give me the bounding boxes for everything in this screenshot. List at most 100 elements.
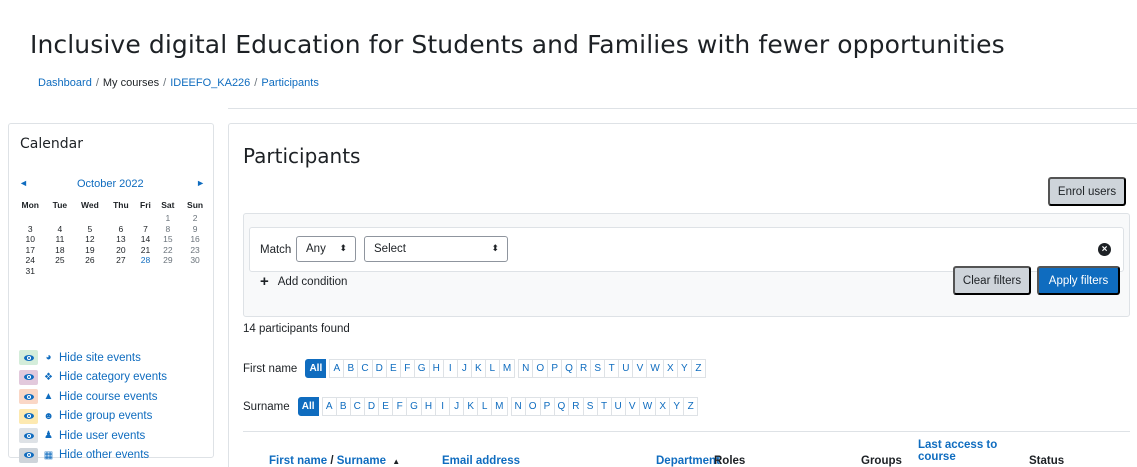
calendar-day: 16 [190, 234, 200, 244]
surname-initial-d[interactable]: D [363, 397, 380, 416]
column-header-department[interactable]: Department [656, 455, 720, 467]
page-header: Inclusive digital Education for Students… [30, 30, 1005, 59]
event-filter-label[interactable]: Hide other events [59, 449, 149, 461]
event-filter-row[interactable]: ▲ Hide course events [19, 387, 209, 407]
sort-first-name-link[interactable]: First name [269, 455, 327, 467]
eye-icon[interactable] [19, 447, 38, 463]
surname-initial-o[interactable]: O [524, 397, 541, 416]
surname-initial-s[interactable]: S [582, 397, 598, 416]
first-name-initial-x[interactable]: X [662, 359, 678, 378]
event-filter-row[interactable]: ♟ Hide user events [19, 426, 209, 446]
first-name-initial-v[interactable]: V [632, 359, 648, 378]
first-name-initial-o[interactable]: O [532, 359, 549, 378]
next-month-icon[interactable]: ► [196, 178, 205, 188]
surname-initial-x[interactable]: X [655, 397, 671, 416]
surname-initial-l[interactable]: L [477, 397, 493, 416]
surname-initial-m[interactable]: M [491, 397, 508, 416]
eye-shape [23, 452, 34, 459]
event-filter-label[interactable]: Hide group events [59, 410, 152, 422]
surname-initial-w[interactable]: W [638, 397, 657, 416]
eye-icon[interactable] [19, 389, 38, 405]
eye-icon[interactable] [19, 428, 38, 444]
match-select[interactable]: Any ⬍ [296, 236, 356, 262]
event-filter-label[interactable]: Hide course events [59, 391, 157, 403]
clear-filters-button[interactable]: Clear filters [953, 266, 1031, 295]
surname-initial-r[interactable]: R [568, 397, 584, 416]
condition-select[interactable]: Select ⬍ [364, 236, 508, 262]
first-name-initial-m[interactable]: M [498, 359, 516, 378]
column-header-email[interactable]: Email address [442, 455, 520, 467]
eye-icon[interactable] [19, 350, 38, 366]
event-filter-row[interactable]: ❖ Hide category events [19, 368, 209, 388]
first-name-initial-i[interactable]: I [442, 359, 458, 378]
apply-filters-button[interactable]: Apply filters [1037, 266, 1120, 295]
event-filter-label[interactable]: Hide site events [59, 352, 141, 364]
surname-initial-e[interactable]: E [378, 397, 394, 416]
surname-initial-h[interactable]: H [420, 397, 437, 416]
first-name-initial-a[interactable]: A [329, 359, 345, 378]
first-name-initial-t[interactable]: T [604, 359, 620, 378]
first-name-initials: All A B C D E F G H I J K L M N O P Q R S T U V W X Y Z [305, 359, 706, 378]
surname-initial-j[interactable]: J [449, 397, 465, 416]
surname-initial-i[interactable]: I [435, 397, 451, 416]
surname-initial-y[interactable]: Y [669, 397, 685, 416]
course-title: Inclusive digital Education for Students… [30, 30, 1005, 59]
breadcrumb-participants[interactable]: Participants [261, 77, 318, 89]
calendar-day: 3 [27, 223, 33, 234]
event-filter-label[interactable]: Hide category events [59, 371, 167, 383]
previous-month-icon[interactable]: ◄ [19, 178, 28, 188]
first-name-initial-z[interactable]: Z [690, 359, 706, 378]
surname-initial-a[interactable]: A [321, 397, 337, 416]
surname-initial-b[interactable]: B [335, 397, 351, 416]
breadcrumb-dashboard[interactable]: Dashboard [38, 77, 92, 89]
surname-initial-p[interactable]: P [539, 397, 555, 416]
event-filter-row[interactable]: ◕ Hide site events [19, 348, 209, 368]
first-name-initial-e[interactable]: E [385, 359, 401, 378]
first-name-initial-w[interactable]: W [646, 359, 664, 378]
first-name-initial-s[interactable]: S [590, 359, 606, 378]
first-name-initial-n[interactable]: N [518, 359, 534, 378]
first-name-initial-d[interactable]: D [371, 359, 387, 378]
surname-initial-k[interactable]: K [463, 397, 479, 416]
first-name-initial-p[interactable]: P [547, 359, 563, 378]
calendar-week: 10 11 12 13 14 15 16 [14, 234, 210, 245]
surname-initial-v[interactable]: V [624, 397, 640, 416]
surname-initial-q[interactable]: Q [553, 397, 570, 416]
breadcrumb-course[interactable]: IDEEFO_KA226 [170, 77, 250, 89]
surname-initial-f[interactable]: F [392, 397, 408, 416]
first-name-initial-all[interactable]: All [305, 359, 327, 378]
surname-initial-n[interactable]: N [510, 397, 526, 416]
first-name-initial-j[interactable]: J [456, 359, 472, 378]
sort-surname-link[interactable]: Surname [337, 455, 386, 467]
first-name-initial-b[interactable]: B [343, 359, 359, 378]
first-name-initial-q[interactable]: Q [561, 359, 577, 378]
first-name-initial-y[interactable]: Y [676, 359, 692, 378]
calendar-day: 9 [192, 223, 198, 234]
remove-condition-icon[interactable]: × [1098, 243, 1111, 256]
first-name-initial-g[interactable]: G [413, 359, 430, 378]
surname-initial-z[interactable]: Z [683, 397, 699, 416]
surname-initial-g[interactable]: G [406, 397, 422, 416]
surname-initial-all[interactable]: All [297, 397, 319, 416]
first-name-initial-f[interactable]: F [399, 359, 415, 378]
eye-icon[interactable] [19, 408, 38, 424]
event-filter-row[interactable]: ▦ Hide other events [19, 446, 209, 466]
event-filter-label[interactable]: Hide user events [59, 430, 145, 442]
first-name-initial-h[interactable]: H [428, 359, 444, 378]
first-name-initial-c[interactable]: C [357, 359, 373, 378]
first-name-initial-u[interactable]: U [618, 359, 634, 378]
add-condition-button[interactable]: + Add condition [260, 273, 347, 290]
first-name-initial-l[interactable]: L [484, 359, 500, 378]
column-header-last-access[interactable]: Last access to course [918, 439, 997, 463]
surname-initial-t[interactable]: T [596, 397, 612, 416]
calendar-empty-cell [106, 266, 135, 277]
current-month-link[interactable]: October 2022 [77, 178, 144, 190]
first-name-initials-bar: First name All A B C D E F G H I J K L M N O P Q R S T U V W X Y Z [243, 359, 706, 378]
event-filter-row[interactable]: ☻ Hide group events [19, 407, 209, 427]
first-name-initial-k[interactable]: K [470, 359, 486, 378]
eye-icon[interactable] [19, 369, 38, 385]
enrol-users-button[interactable]: Enrol users [1048, 177, 1126, 206]
surname-initial-c[interactable]: C [349, 397, 365, 416]
first-name-initial-r[interactable]: R [575, 359, 592, 378]
surname-initial-u[interactable]: U [610, 397, 626, 416]
